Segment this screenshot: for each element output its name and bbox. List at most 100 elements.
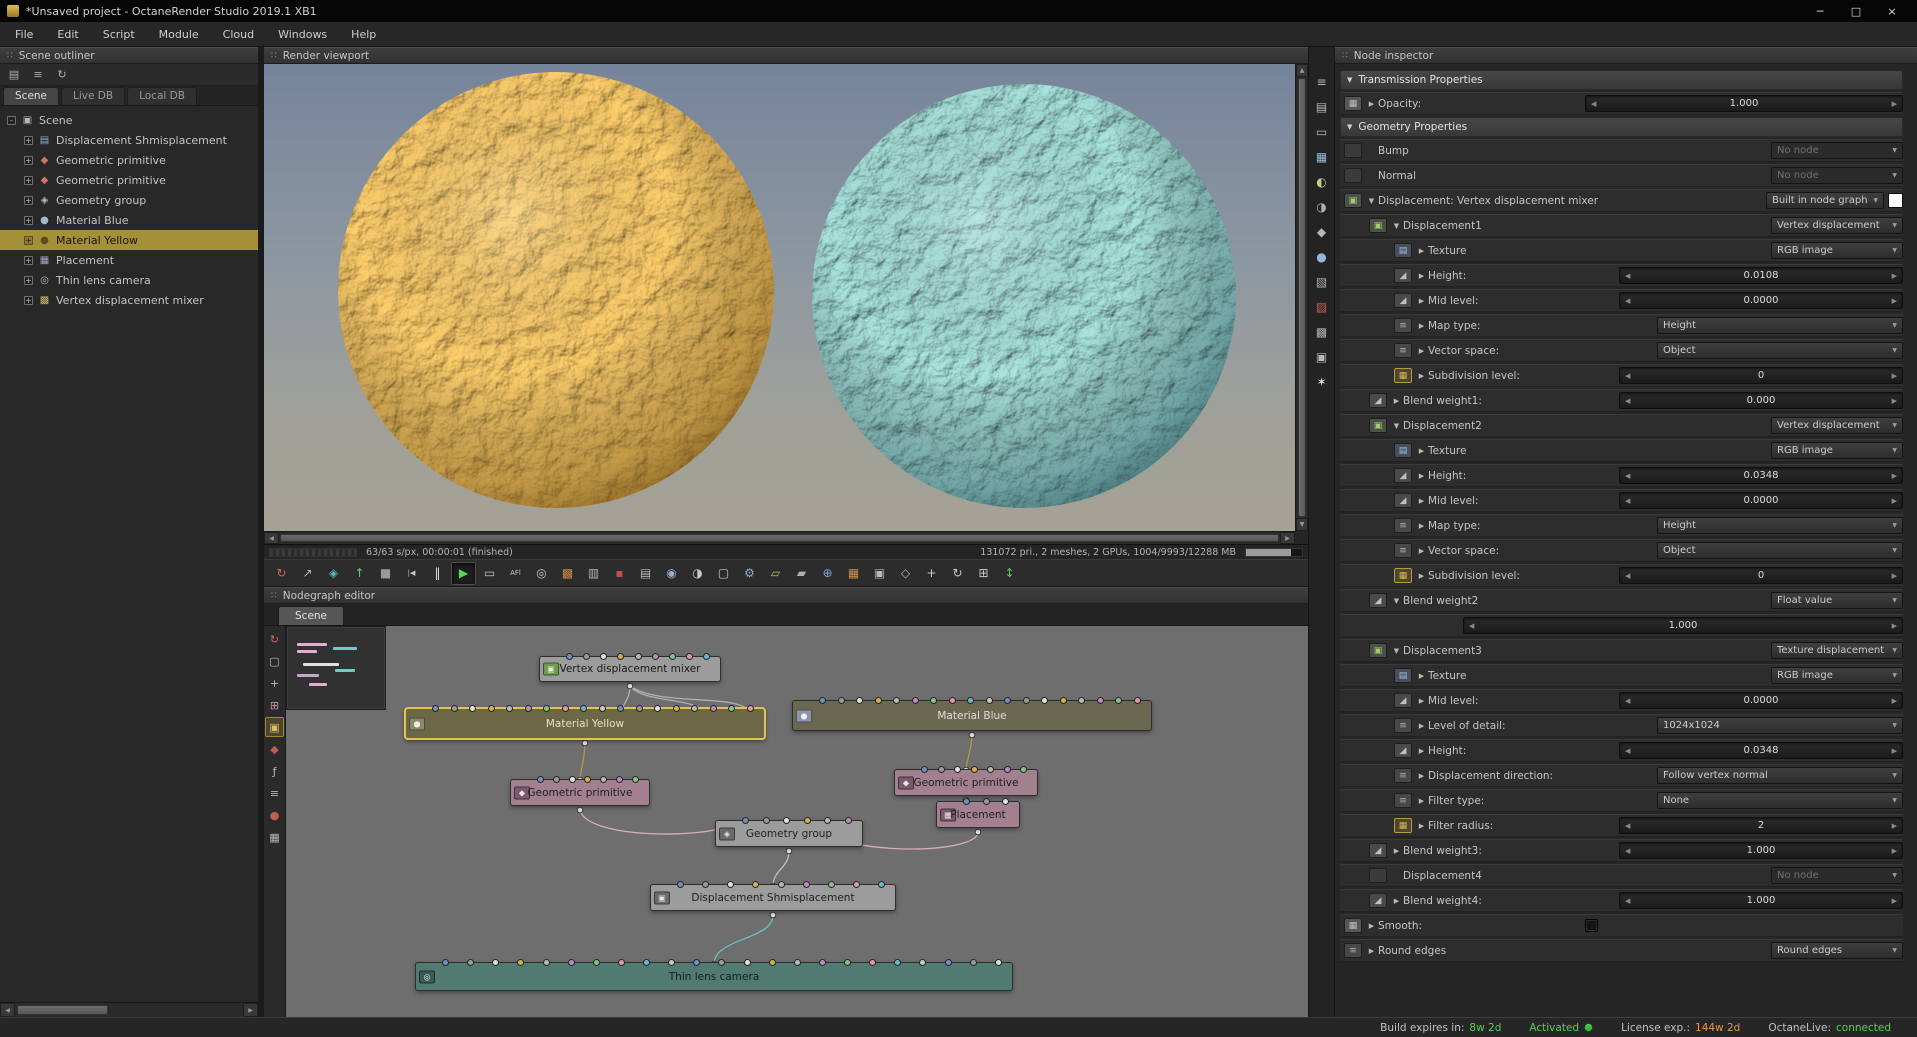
node-pin[interactable] xyxy=(691,705,699,712)
node-pin[interactable] xyxy=(911,697,919,704)
outliner-item[interactable]: + ◆ Geometric primitive xyxy=(0,150,258,170)
node-pin[interactable] xyxy=(634,653,642,660)
value-slider[interactable]: ◀ 1.000 ▶ xyxy=(1463,617,1903,634)
node-pin[interactable] xyxy=(561,705,569,712)
slider-increment-icon[interactable]: ▶ xyxy=(1887,272,1902,280)
outliner-hscroll-thumb[interactable] xyxy=(17,1005,109,1015)
node-pin[interactable] xyxy=(1041,697,1049,704)
expander-icon[interactable]: ▶ xyxy=(1415,447,1428,455)
node-pin[interactable] xyxy=(844,959,851,966)
expander-icon[interactable]: ▶ xyxy=(1390,397,1403,405)
imager-icon[interactable]: ▦ xyxy=(1310,146,1333,168)
tree-expander-icon[interactable]: - xyxy=(7,115,16,125)
clear-region-icon[interactable]: ▪ xyxy=(607,562,632,585)
render-passes-list-icon[interactable]: ▨ xyxy=(1310,296,1333,318)
node-pin[interactable] xyxy=(668,653,676,660)
restart-render-icon[interactable]: ↻ xyxy=(269,562,294,585)
node-geometric-primitive-1[interactable]: ◆ Geometric primitive xyxy=(510,776,650,806)
save-scene-icon[interactable]: ▰ xyxy=(789,562,814,585)
node-pin[interactable] xyxy=(874,697,882,704)
expression-icon[interactable]: ƒ xyxy=(265,761,284,781)
node-pin[interactable] xyxy=(982,798,990,805)
node-pin[interactable] xyxy=(693,959,701,966)
node-pin[interactable] xyxy=(654,705,662,712)
node-pin[interactable] xyxy=(703,653,710,660)
menu-file[interactable]: File xyxy=(3,24,45,45)
edge-connector[interactable] xyxy=(785,847,793,855)
dropdown[interactable]: Texture displacement ▼ xyxy=(1771,642,1903,659)
node-pin[interactable] xyxy=(469,705,477,712)
reset-view-icon[interactable]: ↻ xyxy=(945,562,970,585)
expander-icon[interactable]: ▶ xyxy=(1415,347,1428,355)
expander-icon[interactable]: ▶ xyxy=(1415,547,1428,555)
node-pin[interactable] xyxy=(967,697,975,704)
annotate-icon[interactable]: ◆ xyxy=(265,739,284,759)
scroll-right-icon[interactable]: ▶ xyxy=(243,1003,258,1017)
slider-increment-icon[interactable]: ▶ xyxy=(1887,622,1902,630)
white-balance-picker-icon[interactable]: ◑ xyxy=(685,562,710,585)
expander-icon[interactable]: ▶ xyxy=(1365,100,1378,108)
viewport-vscrollbar[interactable]: ▲ ▼ xyxy=(1295,64,1308,531)
dropdown[interactable]: No node ▼ xyxy=(1771,142,1903,159)
slider-increment-icon[interactable]: ▶ xyxy=(1887,397,1902,405)
node-pin[interactable] xyxy=(617,653,625,660)
value-slider[interactable]: ◀ 1.000 ▶ xyxy=(1585,95,1903,112)
outliner-item[interactable]: + ◈ Geometry group xyxy=(0,190,258,210)
denoiser-icon[interactable]: ✶ xyxy=(1310,371,1333,393)
node-pin[interactable] xyxy=(450,705,458,712)
menu-cloud[interactable]: Cloud xyxy=(211,24,266,45)
dropdown[interactable]: Height ▼ xyxy=(1657,517,1903,534)
lock-resolution-icon[interactable]: ▣ xyxy=(867,562,892,585)
node-pin[interactable] xyxy=(937,766,945,773)
value-slider[interactable]: ◀ 0 ▶ xyxy=(1619,367,1903,384)
tree-expander-icon[interactable]: + xyxy=(24,275,33,285)
menu-windows[interactable]: Windows xyxy=(266,24,339,45)
node-pin[interactable] xyxy=(969,959,977,966)
expander-icon[interactable]: ▶ xyxy=(1415,722,1428,730)
focus-picker-icon[interactable]: ◉ xyxy=(659,562,684,585)
nodegraph-minimap[interactable] xyxy=(286,626,386,710)
expander-icon[interactable]: ▶ xyxy=(1415,322,1428,330)
node-pin[interactable] xyxy=(746,705,754,712)
node-pin[interactable] xyxy=(837,697,845,704)
node-material-blue[interactable]: ● Material Blue xyxy=(792,697,1152,731)
expander-icon[interactable]: ▼ xyxy=(1390,222,1403,230)
value-slider[interactable]: ◀ 0.0000 ▶ xyxy=(1619,692,1903,709)
expander-icon[interactable]: ▶ xyxy=(1365,922,1378,930)
expander-icon[interactable]: ▼ xyxy=(1390,422,1403,430)
value-slider[interactable]: ◀ 0 ▶ xyxy=(1619,567,1903,584)
collapse-icon[interactable]: ▼ xyxy=(1347,76,1352,84)
expander-icon[interactable]: ▶ xyxy=(1415,247,1428,255)
node-pin[interactable] xyxy=(1115,697,1123,704)
node-displacement-shmisplacement[interactable]: ▣ Displacement Shmisplacement xyxy=(650,881,896,911)
node-pin[interactable] xyxy=(985,697,993,704)
node-pin[interactable] xyxy=(970,766,978,773)
node-pin[interactable] xyxy=(793,959,801,966)
node-pin[interactable] xyxy=(743,959,751,966)
output-aov-icon[interactable]: ▣ xyxy=(1310,346,1333,368)
node-pin[interactable] xyxy=(552,776,560,783)
slider-decrement-icon[interactable]: ◀ xyxy=(1620,897,1635,905)
node-pin[interactable] xyxy=(668,959,676,966)
value-slider[interactable]: ◀ 0.0000 ▶ xyxy=(1619,492,1903,509)
dropdown[interactable]: RGB image ▼ xyxy=(1771,442,1903,459)
viewport-hscrollbar[interactable]: ◀ ▶ xyxy=(264,531,1295,544)
expander-icon[interactable]: ▶ xyxy=(1415,297,1428,305)
value-slider[interactable]: ◀ 1.000 ▶ xyxy=(1619,892,1903,909)
value-slider[interactable]: ◀ 0.0348 ▶ xyxy=(1619,742,1903,759)
graph-refresh-icon[interactable]: ↻ xyxy=(265,629,284,649)
maximize-button[interactable]: □ xyxy=(1838,1,1874,21)
expander-icon[interactable]: ▶ xyxy=(1415,272,1428,280)
node-pin[interactable] xyxy=(777,881,785,888)
dropdown[interactable]: 1024x1024 ▼ xyxy=(1657,717,1903,734)
node-pin[interactable] xyxy=(994,959,1002,966)
dropdown[interactable]: No node ▼ xyxy=(1771,167,1903,184)
material-ball-icon[interactable]: ● xyxy=(265,805,284,825)
node-pin[interactable] xyxy=(856,697,864,704)
node-pin[interactable] xyxy=(824,817,832,824)
expander-icon[interactable]: ▶ xyxy=(1415,522,1428,530)
outliner-item[interactable]: + ◎ Thin lens camera xyxy=(0,270,258,290)
node-pin[interactable] xyxy=(954,766,961,773)
value-slider[interactable]: ◀ 0.0348 ▶ xyxy=(1619,467,1903,484)
slider-increment-icon[interactable]: ▶ xyxy=(1887,897,1902,905)
